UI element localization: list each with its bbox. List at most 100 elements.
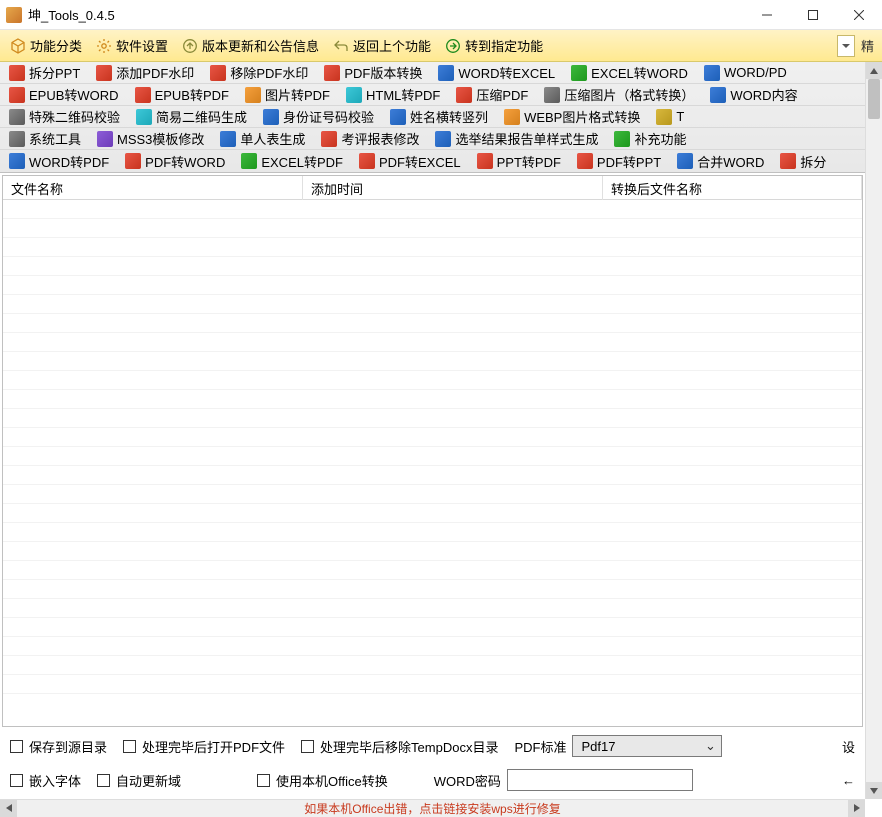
toolbar-button[interactable]: PPT转PDF bbox=[472, 151, 566, 172]
list-row[interactable] bbox=[3, 466, 862, 485]
list-row[interactable] bbox=[3, 352, 862, 371]
scroll-right-button[interactable] bbox=[848, 800, 865, 817]
list-row[interactable] bbox=[3, 561, 862, 580]
list-body[interactable] bbox=[3, 200, 862, 726]
minimize-button[interactable] bbox=[744, 0, 790, 30]
header-converted[interactable]: 转换后文件名称 bbox=[603, 176, 862, 201]
toolbar-button[interactable]: 补充功能 bbox=[609, 128, 691, 149]
list-row[interactable] bbox=[3, 447, 862, 466]
toolbar-button[interactable]: 拆分PPT bbox=[4, 62, 85, 83]
toolbar-button[interactable]: 系统工具 bbox=[4, 128, 86, 149]
toolbar-button[interactable]: 身份证号码校验 bbox=[258, 106, 379, 127]
toolbar-button[interactable]: PDF转WORD bbox=[120, 151, 230, 172]
toolbar-button[interactable]: 压缩图片（格式转换） bbox=[539, 84, 699, 105]
toolbar-button[interactable]: 移除PDF水印 bbox=[205, 62, 313, 83]
tool-icon bbox=[656, 109, 672, 125]
toolbar-button[interactable]: PDF转PPT bbox=[572, 151, 666, 172]
list-row[interactable] bbox=[3, 409, 862, 428]
close-button[interactable] bbox=[836, 0, 882, 30]
list-row[interactable] bbox=[3, 428, 862, 447]
list-row[interactable] bbox=[3, 314, 862, 333]
menu-function-category[interactable]: 功能分类 bbox=[4, 33, 88, 58]
vertical-scrollbar[interactable] bbox=[865, 62, 882, 799]
scroll-down-button[interactable] bbox=[866, 782, 882, 799]
scroll-thumb[interactable] bbox=[868, 79, 880, 119]
toolbar-button[interactable]: 添加PDF水印 bbox=[91, 62, 199, 83]
scroll-up-button[interactable] bbox=[866, 62, 882, 79]
list-row[interactable] bbox=[3, 257, 862, 276]
check-remove-tempdocx[interactable]: 处理完毕后移除TempDocx目录 bbox=[301, 737, 498, 756]
list-row[interactable] bbox=[3, 485, 862, 504]
word-password-label: WORD密码 bbox=[434, 771, 501, 790]
menu-dropdown[interactable] bbox=[837, 35, 855, 57]
list-row[interactable] bbox=[3, 333, 862, 352]
check-use-local-office[interactable]: 使用本机Office转换 bbox=[257, 771, 388, 790]
toolbar-button[interactable]: EPUB转PDF bbox=[130, 84, 234, 105]
list-row[interactable] bbox=[3, 523, 862, 542]
toolbar-button[interactable]: EXCEL转PDF bbox=[236, 151, 348, 172]
menu-goto-function[interactable]: 转到指定功能 bbox=[439, 33, 549, 58]
tool-icon bbox=[438, 65, 454, 81]
toolbar-button[interactable]: 考评报表修改 bbox=[316, 128, 424, 149]
toolbar-button[interactable]: EPUB转WORD bbox=[4, 84, 124, 105]
list-row[interactable] bbox=[3, 618, 862, 637]
checkbox-icon bbox=[257, 774, 270, 787]
list-row[interactable] bbox=[3, 238, 862, 257]
toolbar-button[interactable]: 合并WORD bbox=[672, 151, 769, 172]
toolbar-button[interactable]: 拆分 bbox=[775, 151, 831, 172]
toolbar-button[interactable]: WORD/PD bbox=[699, 64, 792, 82]
tool-icon bbox=[544, 87, 560, 103]
toolbar-button[interactable]: 单人表生成 bbox=[215, 128, 310, 149]
list-row[interactable] bbox=[3, 675, 862, 694]
toolbar-button[interactable]: WORD内容 bbox=[705, 84, 802, 105]
toolbar-button-label: PPT转PDF bbox=[497, 152, 561, 171]
list-row[interactable] bbox=[3, 219, 862, 238]
toolbar-button[interactable]: WEBP图片格式转换 bbox=[499, 106, 645, 127]
word-password-input[interactable] bbox=[507, 769, 693, 791]
list-row[interactable] bbox=[3, 200, 862, 219]
checkbox-icon bbox=[10, 774, 23, 787]
list-row[interactable] bbox=[3, 504, 862, 523]
list-row[interactable] bbox=[3, 580, 862, 599]
list-row[interactable] bbox=[3, 656, 862, 675]
list-row[interactable] bbox=[3, 371, 862, 390]
toolbar-button[interactable]: HTML转PDF bbox=[341, 84, 445, 105]
maximize-button[interactable] bbox=[790, 0, 836, 30]
check-save-source-dir[interactable]: 保存到源目录 bbox=[10, 737, 107, 756]
menu-software-settings[interactable]: 软件设置 bbox=[90, 33, 174, 58]
toolbar-button[interactable]: MSS3模板修改 bbox=[92, 128, 209, 149]
pdf-standard-select[interactable]: Pdf17 ⌄ bbox=[572, 735, 722, 757]
list-row[interactable] bbox=[3, 276, 862, 295]
check-label: 保存到源目录 bbox=[29, 737, 107, 756]
toolbar-button-label: 系统工具 bbox=[29, 129, 81, 148]
toolbar-button[interactable]: PDF转EXCEL bbox=[354, 151, 466, 172]
toolbar-button[interactable]: 图片转PDF bbox=[240, 84, 335, 105]
toolbar-button[interactable]: T bbox=[651, 108, 689, 126]
check-auto-update-field[interactable]: 自动更新域 bbox=[97, 771, 181, 790]
menu-version-update[interactable]: 版本更新和公告信息 bbox=[176, 33, 325, 58]
list-row[interactable] bbox=[3, 295, 862, 314]
menu-back-prev[interactable]: 返回上个功能 bbox=[327, 33, 437, 58]
scroll-left-button[interactable] bbox=[0, 800, 17, 817]
check-open-pdf-after[interactable]: 处理完毕后打开PDF文件 bbox=[123, 737, 285, 756]
toolbar-button[interactable]: EXCEL转WORD bbox=[566, 62, 693, 83]
scroll-track[interactable]: 如果本机Office出错，点击链接安装wps进行修复 bbox=[17, 800, 848, 817]
check-embed-font[interactable]: 嵌入字体 bbox=[10, 771, 81, 790]
list-row[interactable] bbox=[3, 390, 862, 409]
horizontal-scrollbar[interactable]: 如果本机Office出错，点击链接安装wps进行修复 bbox=[0, 799, 865, 816]
list-row[interactable] bbox=[3, 542, 862, 561]
scroll-track[interactable] bbox=[866, 79, 882, 782]
toolbar-button[interactable]: 简易二维码生成 bbox=[131, 106, 252, 127]
toolbar-button[interactable]: 姓名横转竖列 bbox=[385, 106, 493, 127]
list-row[interactable] bbox=[3, 599, 862, 618]
toolbar-button[interactable]: WORD转PDF bbox=[4, 151, 114, 172]
toolbar-button-label: 图片转PDF bbox=[265, 85, 330, 104]
toolbar-button[interactable]: 压缩PDF bbox=[451, 84, 533, 105]
toolbar-button[interactable]: WORD转EXCEL bbox=[433, 62, 560, 83]
toolbar-button[interactable]: 选举结果报告单样式生成 bbox=[430, 128, 603, 149]
toolbar-button[interactable]: PDF版本转换 bbox=[319, 62, 427, 83]
header-filename[interactable]: 文件名称 bbox=[3, 176, 303, 201]
list-row[interactable] bbox=[3, 637, 862, 656]
header-addtime[interactable]: 添加时间 bbox=[303, 176, 603, 201]
toolbar-button[interactable]: 特殊二维码校验 bbox=[4, 106, 125, 127]
